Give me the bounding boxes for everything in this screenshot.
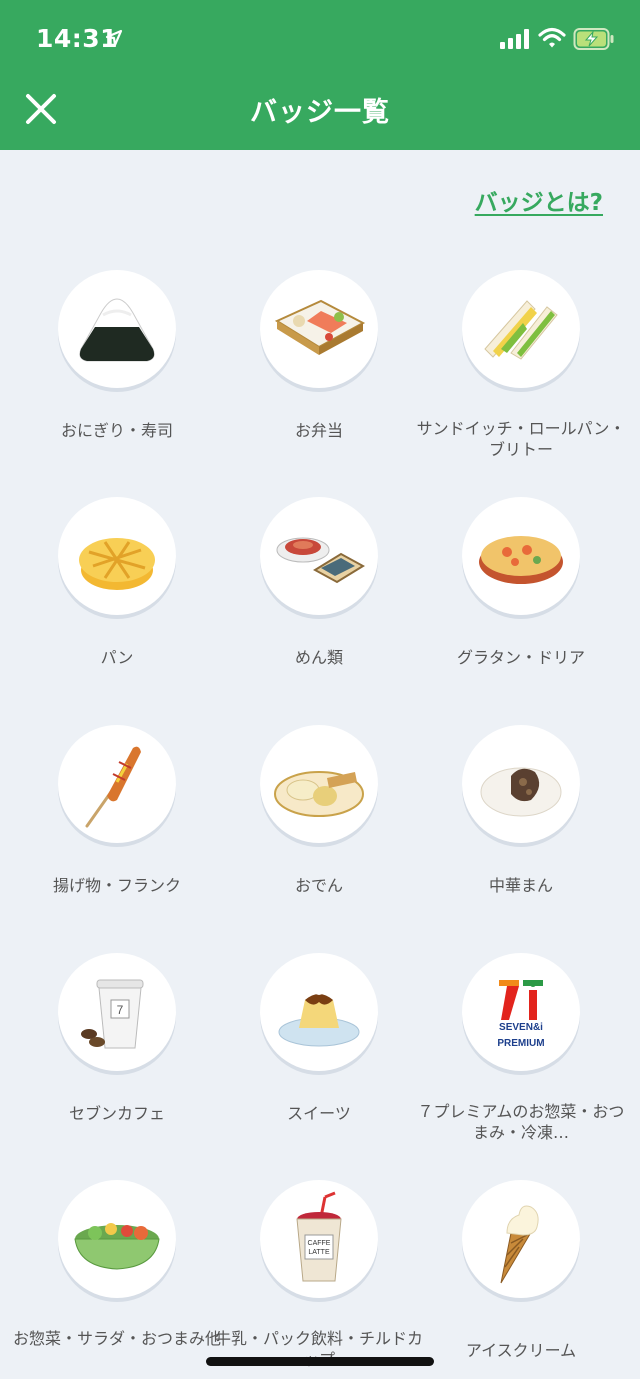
badge-label: 揚げ物・フランク: [52, 876, 181, 895]
battery-charging-icon: [573, 28, 614, 50]
salad-icon: [74, 1223, 160, 1270]
location-arrow-icon: [105, 29, 123, 47]
badge-circle: [260, 497, 378, 615]
badge-circle: [462, 270, 580, 388]
caffe-text: CAFFE: [308, 1240, 331, 1247]
coffee-cup-icon: 7: [81, 979, 144, 1049]
badge-label: おでん: [294, 876, 343, 895]
badge-label: お弁当: [294, 421, 343, 440]
badge-label: スイーツ: [287, 1104, 351, 1123]
badge-label: セブンカフェ: [68, 1104, 165, 1123]
page-title: バッジ一覧: [250, 97, 390, 128]
badge-circle: [462, 725, 580, 843]
corndog-icon: [85, 746, 141, 828]
badge-label: サンドイッチ・ロールパン・ブリトー: [416, 419, 626, 459]
what-is-badge-link[interactable]: バッジとは?: [475, 183, 603, 217]
cellular-signal-icon: [500, 29, 529, 49]
badge-label: 中華まん: [488, 876, 553, 895]
steamed-bun-icon: [480, 767, 562, 817]
sandwich-icon: [484, 300, 558, 360]
badge-circle: [260, 725, 378, 843]
badge-circle: SEVEN&i PREMIUM: [462, 953, 580, 1071]
bento-icon: [274, 299, 366, 355]
badge-label: お惣菜・サラダ・おつまみ他: [12, 1329, 221, 1348]
badge-label: アイスクリーム: [465, 1341, 577, 1360]
badge-circle: [260, 953, 378, 1071]
svg-text:7: 7: [117, 1003, 124, 1017]
bread-icon: [79, 538, 155, 590]
badge-circle: [462, 497, 580, 615]
seven-premium-logo: SEVEN&i PREMIUM: [497, 980, 545, 1049]
wifi-icon: [538, 27, 566, 48]
badge-label: ７プレミアムのお惣菜・おつまみ・冷凍…: [417, 1102, 625, 1142]
header-bar: 14:31 バッジ一覧: [0, 0, 640, 150]
badge-circle: [260, 270, 378, 388]
seven-and-i-text: SEVEN&i: [499, 1022, 543, 1033]
noodles-icon: [276, 537, 365, 584]
badge-label: パン: [100, 648, 134, 667]
badge-circle: [58, 497, 176, 615]
onigiri-icon: [79, 298, 155, 362]
chilled-cup-icon: CAFFE LATTE: [296, 1191, 342, 1282]
badge-label: グラタン・ドリア: [456, 648, 585, 667]
gratin-icon: [479, 536, 563, 584]
badge-circle: [462, 1180, 580, 1298]
premium-text: PREMIUM: [497, 1038, 544, 1049]
ice-cream-icon: [500, 1205, 539, 1284]
oden-icon: [274, 771, 364, 817]
badge-circle: [58, 725, 176, 843]
badge-circle: CAFFE LATTE: [260, 1180, 378, 1298]
badge-circle: [58, 270, 176, 388]
badge-label: おにぎり・寿司: [60, 421, 173, 440]
badge-circle: 7: [58, 953, 176, 1071]
home-indicator[interactable]: [206, 1357, 434, 1366]
badge-circle: [58, 1180, 176, 1298]
latte-text: LATTE: [308, 1249, 330, 1256]
badge-label: めん類: [294, 648, 343, 667]
pudding-icon: [278, 985, 360, 1047]
